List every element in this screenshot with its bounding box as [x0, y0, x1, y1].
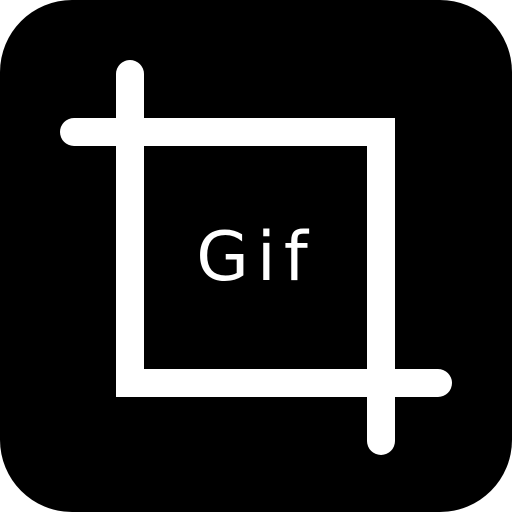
app-icon[interactable]: Gif [0, 0, 512, 512]
gif-label: Gif [196, 218, 316, 297]
